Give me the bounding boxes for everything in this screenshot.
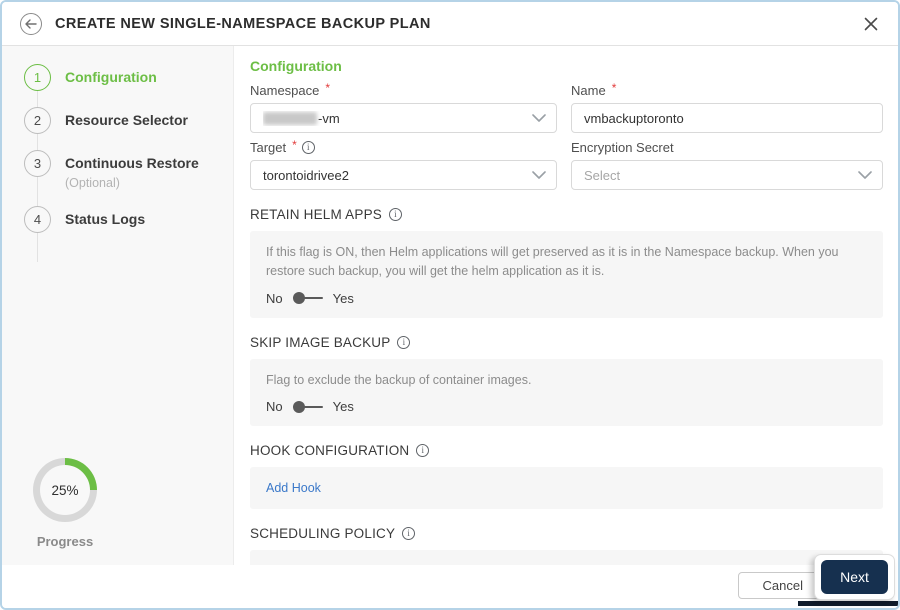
chevron-down-icon (532, 171, 546, 179)
info-icon[interactable] (301, 141, 315, 154)
chevron-down-icon (532, 114, 546, 122)
encryption-secret-select[interactable]: Select (571, 160, 883, 190)
retain-helm-toggle-switch[interactable] (292, 292, 323, 305)
step-number: 1 (24, 64, 51, 91)
step-label: Resource Selector (65, 112, 188, 128)
progress-percent: 25% (40, 465, 90, 515)
target-value: torontoidrivee2 (263, 167, 349, 183)
close-icon (864, 17, 878, 31)
info-icon[interactable] (402, 527, 416, 541)
toggle-off-label: No (266, 399, 283, 415)
namespace-value: -vm (263, 111, 532, 126)
progress-ring: 25% (33, 458, 97, 522)
retain-helm-apps-description: If this flag is ON, then Helm applicatio… (266, 245, 839, 279)
info-icon[interactable] (416, 444, 430, 458)
step-sublabel: (Optional) (65, 176, 120, 190)
hook-configuration-panel: Add Hook (250, 467, 883, 510)
redacted-text (263, 111, 317, 125)
step-label: Continuous Restore (65, 155, 199, 171)
dialog-footer: Cancel Next (2, 554, 898, 608)
name-label: Name * (571, 80, 617, 99)
form-section-title: Configuration (250, 58, 342, 74)
info-icon[interactable] (397, 335, 411, 349)
toggle-on-label: Yes (332, 399, 354, 415)
configuration-form: Configuration Namespace * -vm Name * vmb… (234, 46, 898, 565)
encryption-secret-label: Encryption Secret (571, 140, 674, 155)
namespace-label: Namespace * (250, 80, 331, 99)
progress-indicator: 25% Progress (30, 458, 100, 549)
skip-image-backup-panel: Flag to exclude the backup of container … (250, 358, 883, 427)
namespace-field: Namespace * -vm (250, 76, 557, 133)
name-value: vmbackuptoronto (584, 110, 684, 126)
dialog-body: 1 Configuration 2 Resource Selector 3 Co… (2, 46, 898, 565)
encryption-secret-field: Encryption Secret Select (571, 133, 883, 190)
required-asterisk: * (611, 80, 617, 95)
retain-helm-apps-panel: If this flag is ON, then Helm applicatio… (250, 231, 883, 318)
step-number: 4 (24, 206, 51, 233)
add-hook-link[interactable]: Add Hook (266, 481, 321, 495)
step-continuous-restore[interactable]: 3 Continuous Restore (Optional) (24, 150, 233, 190)
required-asterisk: * (292, 137, 297, 152)
skip-image-toggle-switch[interactable] (292, 400, 323, 413)
back-arrow-icon (25, 18, 37, 29)
skip-image-backup-description: Flag to exclude the backup of container … (266, 372, 532, 387)
step-status-logs[interactable]: 4 Status Logs (24, 206, 233, 233)
progress-label: Progress (36, 534, 94, 549)
close-button[interactable] (864, 17, 878, 31)
step-number: 3 (24, 150, 51, 177)
scheduling-policy-title: SCHEDULING POLICY (250, 526, 883, 541)
hook-configuration-title: HOOK CONFIGURATION (250, 443, 883, 458)
step-number: 2 (24, 107, 51, 134)
name-input[interactable]: vmbackuptoronto (571, 103, 883, 133)
skip-image-toggle-row: No Yes (266, 399, 867, 414)
stepper-sidebar: 1 Configuration 2 Resource Selector 3 Co… (2, 46, 234, 565)
encryption-secret-placeholder: Select (584, 167, 621, 183)
chevron-down-icon (858, 171, 872, 179)
target-label: Target * (250, 137, 557, 155)
dialog-title: CREATE NEW SINGLE-NAMESPACE BACKUP PLAN (55, 15, 431, 32)
target-select[interactable]: torontoidrivee2 (250, 160, 557, 190)
field-grid: Namespace * -vm Name * vmbackuptoronto T… (250, 76, 883, 190)
next-button-callout: Next (814, 554, 895, 600)
toggle-knob (292, 400, 305, 413)
back-button[interactable] (20, 12, 42, 35)
step-label: Configuration (65, 69, 157, 85)
scheduling-policy-panel: Full Backup: Adding a full backup policy… (250, 550, 883, 565)
required-asterisk: * (325, 80, 331, 95)
step-configuration[interactable]: 1 Configuration (24, 64, 233, 91)
namespace-select[interactable]: -vm (250, 103, 557, 133)
annotation-dark-bar (798, 601, 898, 606)
info-icon[interactable] (388, 208, 402, 221)
dialog-header: CREATE NEW SINGLE-NAMESPACE BACKUP PLAN (2, 2, 898, 46)
next-button[interactable]: Next (821, 560, 888, 594)
create-backup-plan-dialog: CREATE NEW SINGLE-NAMESPACE BACKUP PLAN … (0, 0, 900, 610)
retain-helm-toggle-row: No Yes (266, 291, 867, 306)
toggle-knob (292, 292, 305, 305)
toggle-on-label: Yes (332, 290, 354, 306)
toggle-off-label: No (266, 290, 283, 306)
name-field: Name * vmbackuptoronto (571, 76, 883, 133)
step-resource-selector[interactable]: 2 Resource Selector (24, 107, 233, 134)
skip-image-backup-title: SKIP IMAGE BACKUP (250, 335, 883, 350)
target-field: Target* torontoidrivee2 (250, 133, 557, 190)
retain-helm-apps-title: RETAIN HELM APPS (250, 207, 883, 222)
step-label: Status Logs (65, 211, 146, 227)
